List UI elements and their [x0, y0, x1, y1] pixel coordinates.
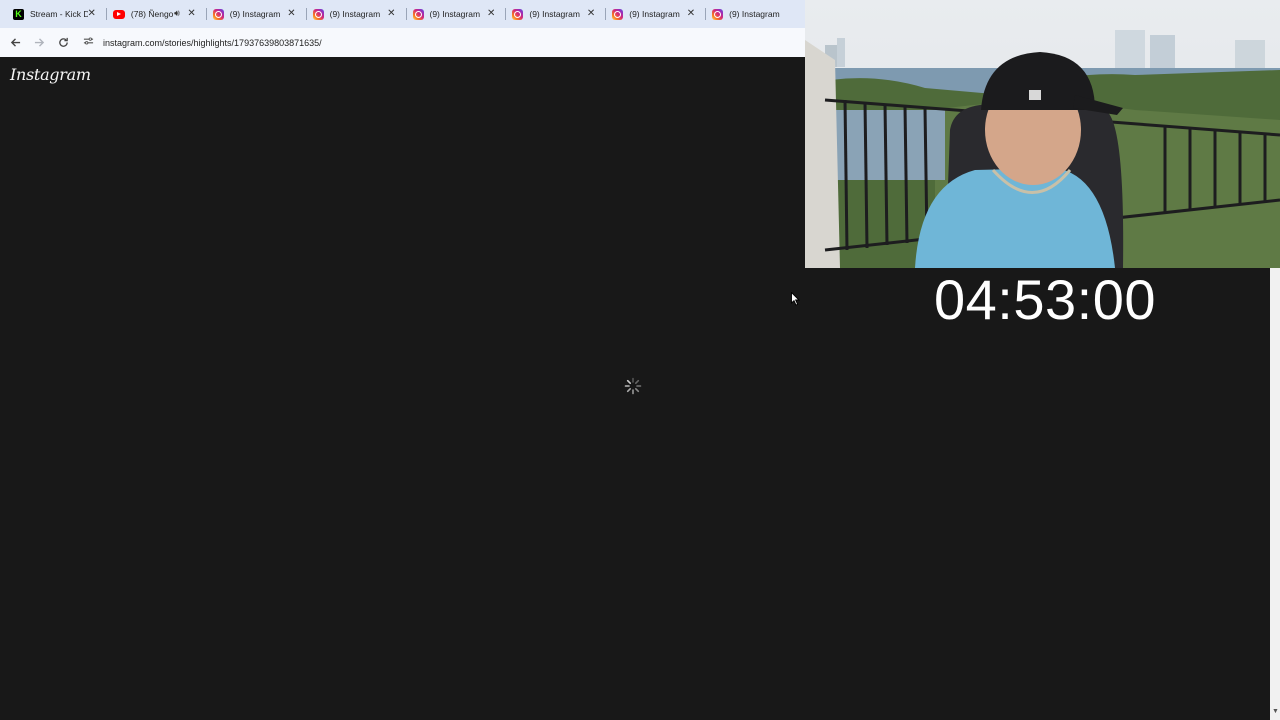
mouse-cursor-icon	[791, 292, 801, 306]
browser-chrome: K Stream - Kick D ✕ (78) Ñengo 🔊︎ ✕ (9) …	[0, 0, 805, 57]
forward-button[interactable]	[27, 31, 51, 55]
tab-title: (9) Instagram	[729, 9, 780, 19]
instagram-icon	[212, 8, 224, 20]
countdown-timer: 04:53:00	[934, 268, 1156, 331]
tab-instagram[interactable]: (9) Instagram ✕	[305, 0, 406, 28]
tab-instagram[interactable]: (9) Instagram ✕	[405, 0, 506, 28]
address-bar[interactable]: instagram.com/stories/highlights/1793763…	[77, 31, 805, 55]
close-icon[interactable]: ✕	[487, 8, 495, 20]
instagram-icon	[512, 8, 524, 20]
instagram-icon	[612, 8, 624, 20]
reload-icon	[58, 37, 68, 47]
tab-title: (9) Instagram	[429, 9, 481, 19]
back-button[interactable]	[3, 31, 27, 55]
close-icon[interactable]: ✕	[87, 8, 95, 20]
tab-title: Stream - Kick D	[30, 9, 88, 19]
site-info-icon[interactable]	[77, 36, 99, 49]
arrow-right-icon	[34, 38, 44, 47]
tab-instagram[interactable]: (9) Instagram ✕	[205, 0, 306, 28]
tab-instagram-active[interactable]: (9) Instagram	[705, 0, 805, 28]
tab-title: (9) Instagram	[229, 9, 281, 19]
instagram-logo[interactable]: Instagram	[10, 65, 91, 84]
speaker-icon[interactable]: 🔊︎	[174, 8, 180, 19]
webcam-overlay	[805, 0, 1280, 268]
tab-title: (78) Ñengo	[130, 9, 173, 19]
tab-title: (9) Instagram	[529, 9, 580, 19]
tab-youtube[interactable]: (78) Ñengo 🔊︎ ✕	[105, 0, 206, 28]
tab-instagram[interactable]: (9) Instagram ✕	[505, 0, 605, 28]
instagram-icon	[312, 8, 324, 20]
arrow-left-icon	[10, 38, 20, 47]
webcam-image	[805, 0, 1280, 268]
tab-title: (9) Instagram	[329, 9, 381, 19]
browser-toolbar: instagram.com/stories/highlights/1793763…	[0, 28, 805, 57]
close-icon[interactable]: ✕	[187, 8, 195, 20]
loading-spinner-icon	[624, 377, 642, 395]
reload-button[interactable]	[51, 31, 75, 55]
close-icon[interactable]: ✕	[587, 8, 595, 20]
close-icon[interactable]: ✕	[687, 8, 695, 20]
instagram-icon	[412, 8, 424, 20]
youtube-icon	[112, 9, 125, 19]
tab-instagram[interactable]: (9) Instagram ✕	[605, 0, 705, 28]
timer-panel	[805, 268, 1270, 720]
instagram-icon	[712, 8, 724, 20]
url-text[interactable]: instagram.com/stories/highlights/1793763…	[103, 38, 322, 48]
scrollbar[interactable]	[1270, 268, 1280, 720]
scroll-down-icon[interactable]: ▼	[1272, 708, 1279, 715]
instagram-story-page: Instagram	[0, 57, 805, 720]
close-icon[interactable]: ✕	[387, 8, 395, 20]
tab-title: (9) Instagram	[629, 9, 680, 19]
close-icon[interactable]: ✕	[287, 8, 295, 20]
tab-strip: K Stream - Kick D ✕ (78) Ñengo 🔊︎ ✕ (9) …	[0, 0, 805, 28]
kick-icon: K	[13, 8, 24, 20]
tab-kick-stream[interactable]: K Stream - Kick D ✕	[6, 0, 106, 28]
